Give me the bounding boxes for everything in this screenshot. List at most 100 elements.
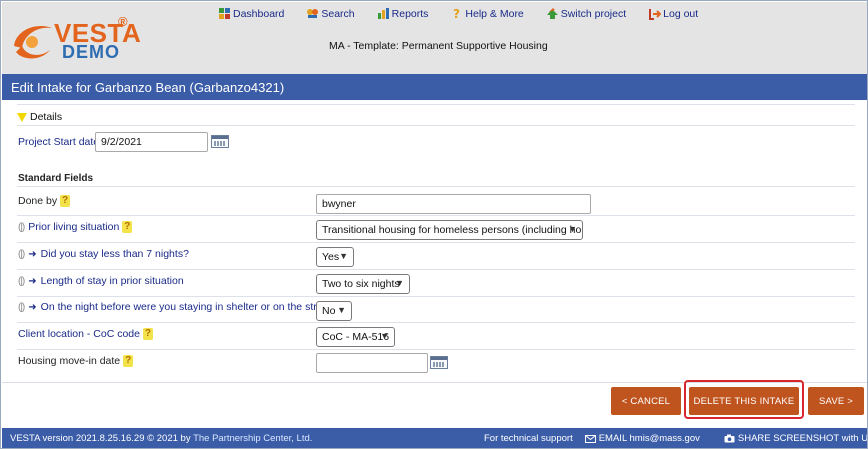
night-before-select[interactable]: No ▼: [316, 301, 352, 321]
logo-demo-text: DEMO: [62, 42, 120, 62]
logout-icon: [649, 9, 662, 20]
footer-version-text: VESTA version 2021.8.25.16.29 © 2021 by: [10, 433, 194, 444]
night-before-select-value: No: [322, 305, 336, 317]
footer-support: For technical support EMAIL hmis@mass.go…: [484, 433, 868, 444]
arrow-right-icon: ➜: [28, 248, 37, 260]
nav-dashboard[interactable]: Dashboard: [218, 7, 284, 20]
stay-less-label: (|) ➜ Did you stay less than 7 nights?: [18, 248, 189, 260]
footer-email-text: EMAIL hmis@mass.gov: [598, 433, 700, 444]
help-icon[interactable]: ?: [123, 355, 134, 367]
logo-registered-mark: ®: [118, 14, 128, 29]
divider: [17, 296, 855, 297]
prior-living-label-text: Prior living situation: [28, 221, 120, 233]
save-button[interactable]: SAVE >: [808, 387, 864, 415]
delete-intake-button[interactable]: DELETE THIS INTAKE: [689, 387, 799, 415]
help-icon: ?: [453, 7, 460, 20]
history-icon[interactable]: (|): [18, 302, 25, 313]
help-icon[interactable]: ?: [142, 328, 153, 340]
prior-living-select-value: Transitional housing for homeless person…: [322, 224, 583, 236]
history-icon[interactable]: (|): [18, 222, 25, 233]
project-start-calendar-icon[interactable]: [211, 135, 229, 148]
night-before-label-text: On the night before were you staying in …: [40, 301, 343, 313]
nav-help[interactable]: ? Help & More: [450, 7, 523, 20]
header: VESTA ® DEMO Dashboard Search Reports ? …: [2, 2, 867, 74]
divider: [17, 186, 855, 187]
footer-share-link[interactable]: SHARE SCREENSHOT with User Support: [724, 433, 868, 444]
details-section-toggle[interactable]: Details: [17, 111, 62, 123]
divider: [17, 125, 855, 126]
footer-share-text: SHARE SCREENSHOT with User Support: [737, 433, 868, 444]
top-navigation: Dashboard Search Reports ? Help & More S…: [218, 7, 720, 20]
done-by-label: Done by ?: [18, 195, 71, 207]
reports-icon: [377, 8, 389, 19]
nav-reports-label: Reports: [391, 7, 429, 20]
action-bar: < CANCEL DELETE THIS INTAKE SAVE >: [2, 380, 867, 428]
nav-search-label: Search: [321, 7, 355, 20]
project-title: MA - Template: Permanent Supportive Hous…: [329, 40, 548, 52]
divider: [17, 269, 855, 270]
chevron-down-icon: ▼: [568, 224, 577, 234]
chevron-down-icon: ▼: [380, 331, 389, 341]
cancel-button[interactable]: < CANCEL: [611, 387, 681, 415]
housing-movein-calendar-icon[interactable]: [430, 356, 448, 369]
done-by-label-text: Done by: [18, 195, 58, 207]
page-title: Edit Intake for Garbanzo Bean (Garbanzo4…: [2, 74, 867, 100]
details-section-label: Details: [30, 111, 63, 123]
chevron-down-icon: ▼: [395, 278, 404, 288]
help-icon[interactable]: ?: [122, 221, 133, 233]
divider: [17, 242, 855, 243]
nav-help-label: Help & More: [465, 7, 524, 20]
length-stay-select-value: Two to six nights: [322, 278, 400, 290]
nav-switch-project-label: Switch project: [560, 7, 627, 20]
night-before-label: (|) ➜ On the night before were you stayi…: [18, 301, 342, 313]
done-by-input[interactable]: bwyner: [316, 194, 591, 214]
app-window: VESTA ® DEMO Dashboard Search Reports ? …: [0, 0, 868, 449]
camera-icon: [724, 434, 735, 443]
client-location-label-text: Client location - CoC code: [18, 328, 140, 340]
nav-logout[interactable]: Log out: [648, 7, 698, 20]
envelope-icon: [584, 434, 596, 443]
prior-living-select[interactable]: Transitional housing for homeless person…: [316, 220, 583, 240]
project-start-date-input[interactable]: 9/2/2021: [95, 132, 208, 152]
stay-less-select[interactable]: Yes ▼: [316, 247, 354, 267]
footer-email-link[interactable]: EMAIL hmis@mass.gov: [584, 433, 712, 444]
project-start-label: Project Start date: [18, 136, 99, 148]
divider: [17, 322, 855, 323]
svg-text:?: ?: [453, 7, 460, 20]
nav-dashboard-label: Dashboard: [233, 7, 285, 20]
client-location-label: Client location - CoC code ?: [18, 328, 153, 340]
partnership-center-link[interactable]: The Partnership Center, Ltd.: [193, 433, 312, 444]
dashboard-icon: [219, 8, 230, 19]
help-icon[interactable]: ?: [60, 195, 71, 207]
nav-search[interactable]: Search: [306, 7, 355, 20]
footer-version: VESTA version 2021.8.25.16.29 © 2021 by …: [10, 433, 312, 444]
stay-less-label-text: Did you stay less than 7 nights?: [40, 248, 189, 260]
length-stay-select[interactable]: Two to six nights ▼: [316, 274, 410, 294]
divider: [17, 104, 855, 105]
history-icon[interactable]: (|): [18, 249, 25, 260]
client-location-select-value: CoC - MA-516: [322, 331, 390, 343]
nav-switch-project[interactable]: Switch project: [546, 7, 626, 20]
vesta-logo[interactable]: VESTA ® DEMO: [10, 14, 141, 66]
divider: [17, 349, 855, 350]
expand-triangle-icon: [17, 112, 27, 122]
housing-movein-label-text: Housing move-in date: [18, 355, 121, 367]
arrow-right-icon: ➜: [28, 275, 37, 287]
length-stay-label: (|) ➜ Length of stay in prior situation: [18, 275, 184, 287]
housing-movein-label: Housing move-in date ?: [18, 355, 134, 367]
logo-swoosh-icon: [14, 26, 52, 59]
history-icon[interactable]: (|): [18, 276, 25, 287]
chevron-down-icon: ▼: [337, 305, 346, 315]
nav-reports[interactable]: Reports: [377, 7, 429, 20]
nav-logout-label: Log out: [663, 7, 699, 20]
housing-movein-date-input[interactable]: [316, 353, 428, 373]
switch-project-icon: [546, 8, 558, 19]
arrow-right-icon: ➜: [28, 301, 37, 313]
standard-fields-heading: Standard Fields: [18, 173, 94, 184]
prior-living-label: (|) Prior living situation ?: [18, 221, 133, 233]
footer: VESTA version 2021.8.25.16.29 © 2021 by …: [2, 428, 868, 448]
client-location-select[interactable]: CoC - MA-516 ▼: [316, 327, 395, 347]
length-stay-label-text: Length of stay in prior situation: [40, 275, 184, 287]
project-start-label-text: Project Start date: [18, 136, 100, 148]
footer-support-text: For technical support: [484, 433, 573, 444]
